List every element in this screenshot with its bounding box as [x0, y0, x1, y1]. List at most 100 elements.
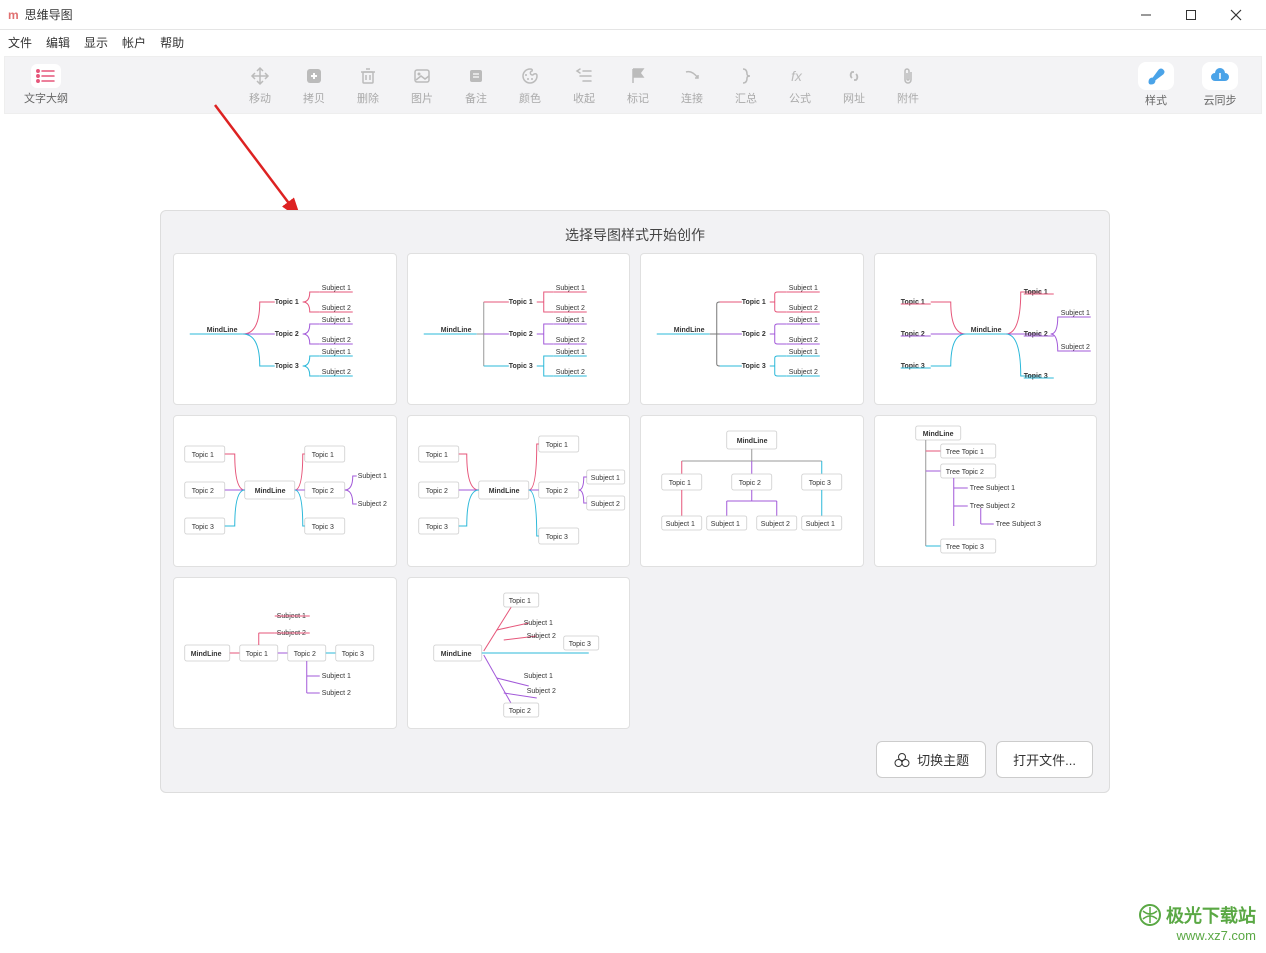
template-card-7[interactable]: MindLine Topic 1 Topic 2 Topic 3 Subject…: [640, 415, 864, 567]
svg-text:Subject 2: Subject 2: [555, 305, 584, 312]
svg-text:Topic 3: Topic 3: [508, 363, 532, 370]
formula-button[interactable]: fx公式: [773, 64, 827, 106]
svg-text:MindLine: MindLine: [674, 327, 705, 334]
svg-text:Topic 3: Topic 3: [425, 524, 447, 531]
watermark: 极光下载站 www.xz7.com: [1138, 902, 1256, 943]
mark-button[interactable]: 标记: [611, 64, 665, 106]
svg-text:Subject 1: Subject 1: [789, 285, 818, 292]
svg-text:fx: fx: [791, 68, 803, 84]
svg-text:MindLine: MindLine: [440, 327, 471, 334]
svg-text:Subject 1: Subject 1: [789, 317, 818, 324]
svg-text:Subject 2: Subject 2: [590, 501, 619, 508]
window-controls: [1123, 0, 1258, 30]
outline-button[interactable]: 文字大纲: [19, 64, 73, 106]
maximize-button[interactable]: [1168, 0, 1213, 30]
svg-text:Topic 2: Topic 2: [312, 488, 334, 495]
svg-text:Subject 2: Subject 2: [789, 337, 818, 344]
svg-text:Topic 1: Topic 1: [425, 452, 447, 459]
collapse-icon: [569, 64, 599, 88]
svg-text:Tree Topic 1: Tree Topic 1: [945, 449, 983, 456]
move-icon: [245, 64, 275, 88]
template-card-1[interactable]: MindLine Topic 1 Topic 2 Topic 3 Subject…: [173, 253, 397, 405]
outline-label: 文字大纲: [24, 90, 68, 106]
svg-text:Subject 1: Subject 1: [711, 521, 740, 528]
watermark-url: www.xz7.com: [1138, 928, 1256, 943]
window-title: 思维导图: [25, 6, 1123, 23]
menu-help[interactable]: 帮助: [160, 34, 184, 51]
svg-text:MindLine: MindLine: [207, 327, 238, 334]
toolbar: 文字大纲 移动 拷贝 删除 图片 备注 颜色 收起 标记 连接 汇总 fx公式 …: [4, 56, 1262, 114]
copy-icon: [299, 64, 329, 88]
svg-text:Subject 2: Subject 2: [1060, 344, 1089, 351]
svg-text:Subject 2: Subject 2: [322, 690, 351, 697]
svg-text:Subject 2: Subject 2: [555, 337, 584, 344]
delete-button[interactable]: 删除: [341, 64, 395, 106]
svg-text:Subject 1: Subject 1: [666, 521, 695, 528]
svg-text:Topic 1: Topic 1: [545, 442, 567, 449]
minimize-button[interactable]: [1123, 0, 1168, 30]
svg-text:Subject 1: Subject 1: [322, 317, 351, 324]
svg-text:Subject 2: Subject 2: [555, 369, 584, 376]
svg-text:Topic 3: Topic 3: [275, 363, 299, 370]
menubar: 文件 编辑 显示 帐户 帮助: [0, 30, 1266, 54]
svg-text:Tree Subject 3: Tree Subject 3: [995, 521, 1040, 528]
close-button[interactable]: [1213, 0, 1258, 30]
template-card-2[interactable]: MindLine Topic 1 Topic 2 Topic 3 Subject…: [407, 253, 631, 405]
template-card-3[interactable]: MindLine Topic 1 Topic 2 Topic 3 Subject…: [640, 253, 864, 405]
svg-text:Subject 1: Subject 1: [322, 673, 351, 680]
svg-text:Topic 3: Topic 3: [1023, 373, 1047, 380]
collapse-button[interactable]: 收起: [557, 64, 611, 106]
menu-view[interactable]: 显示: [84, 34, 108, 51]
template-card-4[interactable]: MindLine Topic 1 Topic 2 Topic 3 Topic 1…: [874, 253, 1098, 405]
open-file-button[interactable]: 打开文件...: [996, 741, 1093, 778]
dialog-footer: 切换主题 打开文件...: [173, 729, 1097, 780]
svg-text:Topic 2: Topic 2: [425, 488, 447, 495]
template-card-10[interactable]: MindLine Topic 1 Subject 1 Subject 2 Top…: [407, 577, 631, 729]
palette-icon: [515, 64, 545, 88]
color-button[interactable]: 颜色: [503, 64, 557, 106]
svg-text:Topic 3: Topic 3: [342, 651, 364, 658]
svg-text:Subject 2: Subject 2: [322, 369, 351, 376]
svg-text:Subject 1: Subject 1: [555, 317, 584, 324]
svg-text:Topic 2: Topic 2: [192, 488, 214, 495]
svg-text:Tree Topic 2: Tree Topic 2: [945, 469, 983, 476]
svg-text:Topic 2: Topic 2: [294, 651, 316, 658]
template-card-9[interactable]: MindLine Topic 1 Topic 2 Topic 3 Subject…: [173, 577, 397, 729]
svg-text:MindLine: MindLine: [440, 651, 471, 658]
url-button[interactable]: 网址: [827, 64, 881, 106]
svg-text:Subject 2: Subject 2: [789, 369, 818, 376]
svg-text:Topic 3: Topic 3: [192, 524, 214, 531]
svg-text:Subject 1: Subject 1: [523, 620, 552, 627]
svg-text:Topic 2: Topic 2: [508, 708, 530, 715]
paperclip-icon: [893, 64, 923, 88]
template-card-5[interactable]: MindLine Topic 1 Topic 2 Topic 3 Topic 1…: [173, 415, 397, 567]
cloud-icon: [1202, 62, 1238, 90]
svg-text:Tree Subject 2: Tree Subject 2: [969, 503, 1014, 510]
attach-button[interactable]: 附件: [881, 64, 935, 106]
svg-text:Topic 1: Topic 1: [508, 598, 530, 605]
menu-file[interactable]: 文件: [8, 34, 32, 51]
template-card-8[interactable]: MindLine Tree Topic 1 Tree Topic 2 Tree …: [874, 415, 1098, 567]
svg-text:Topic 1: Topic 1: [900, 299, 924, 306]
svg-text:Topic 3: Topic 3: [742, 363, 766, 370]
image-button[interactable]: 图片: [395, 64, 449, 106]
dialog-title: 选择导图样式开始创作: [173, 223, 1097, 253]
summary-button[interactable]: 汇总: [719, 64, 773, 106]
style-button[interactable]: 样式: [1129, 62, 1183, 108]
template-card-6[interactable]: MindLine Topic 1 Topic 2 Topic 3 Topic 1…: [407, 415, 631, 567]
note-button[interactable]: 备注: [449, 64, 503, 106]
svg-text:Subject 2: Subject 2: [526, 633, 555, 640]
svg-text:Topic 2: Topic 2: [1023, 331, 1047, 338]
menu-account[interactable]: 帐户: [122, 34, 146, 51]
svg-text:Subject 1: Subject 1: [523, 673, 552, 680]
svg-text:Topic 1: Topic 1: [669, 480, 691, 487]
svg-text:Topic 3: Topic 3: [900, 363, 924, 370]
menu-edit[interactable]: 编辑: [46, 34, 70, 51]
image-icon: [407, 64, 437, 88]
fx-icon: fx: [785, 64, 815, 88]
link-button[interactable]: 连接: [665, 64, 719, 106]
chain-icon: [839, 64, 869, 88]
cloud-button[interactable]: 云同步: [1193, 62, 1247, 108]
svg-text:MindLine: MindLine: [922, 431, 953, 438]
switch-theme-button[interactable]: 切换主题: [876, 741, 986, 778]
